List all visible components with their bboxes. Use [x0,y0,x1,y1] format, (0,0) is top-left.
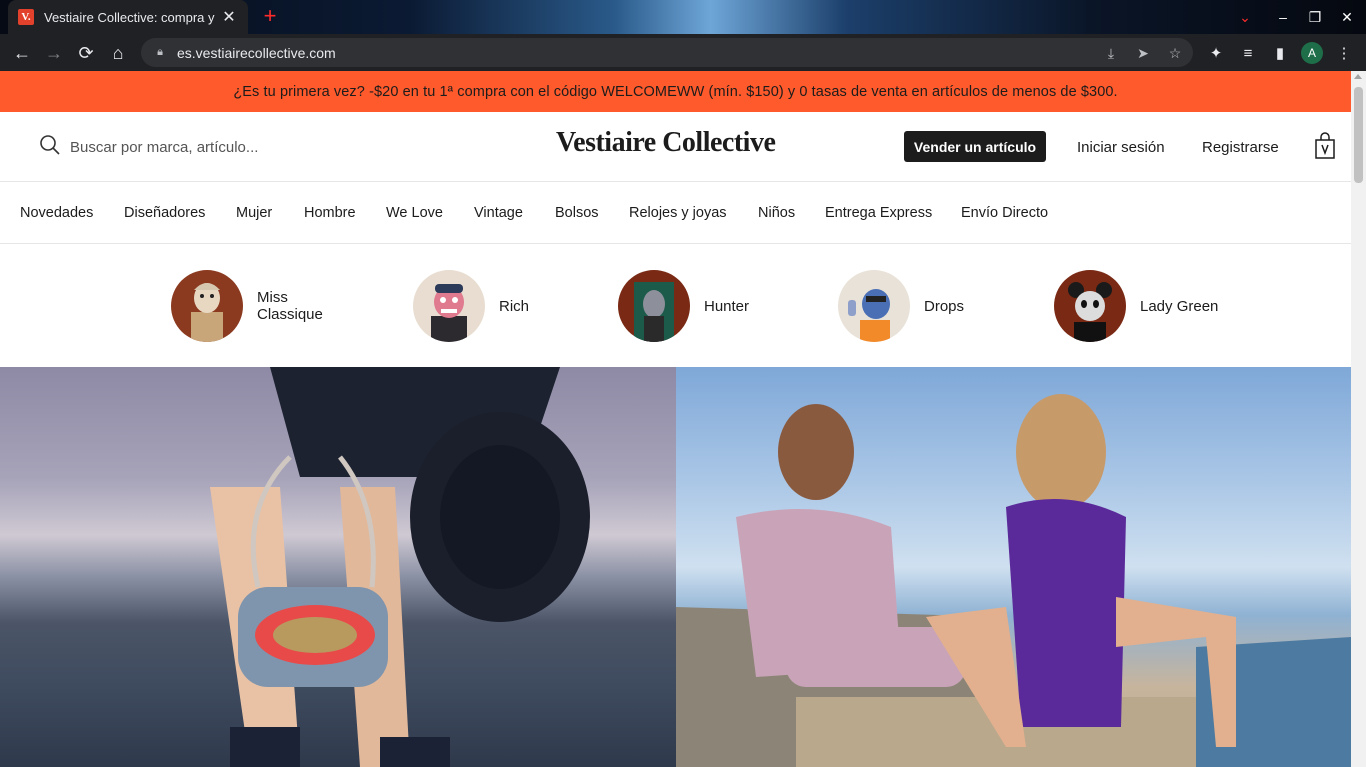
category-nav: Novedades Diseñadores Mujer Hombre We Lo… [0,182,1351,244]
page-scrollbar[interactable] [1351,71,1366,767]
hero-banner-left[interactable] [0,367,676,767]
register-link[interactable]: Registrarse [1202,139,1279,156]
page-content: ¿Es tu primera vez? -$20 en tu 1ª compra… [0,71,1351,767]
avatar [171,270,243,342]
shopping-bag-icon[interactable] [1314,132,1336,160]
nav-item-disenadores[interactable]: Diseñadores [124,205,205,221]
avatar [838,270,910,342]
menu-kebab-icon[interactable]: ⋮ [1333,42,1355,64]
media-queue-icon[interactable]: ≡ [1237,42,1259,64]
bookmark-star-icon[interactable]: ☆ [1164,44,1186,62]
new-tab-icon[interactable]: + [258,5,282,29]
scroll-up-arrow-icon[interactable] [1354,74,1362,79]
lock-icon: 🔒︎ [157,46,163,58]
home-icon[interactable]: ⌂ [105,40,131,66]
site-header: Vestiaire Collective Vender un artículo … [0,112,1351,182]
nav-item-relojes-joyas[interactable]: Relojes y joyas [629,205,727,221]
avatar [1054,270,1126,342]
tab-title: Vestiaire Collective: compra y [44,9,215,25]
profile-avatar[interactable]: A [1301,42,1323,64]
url-text: es.vestiairecollective.com [177,44,336,61]
back-arrow-icon[interactable]: ← [9,40,35,66]
sell-item-button[interactable]: Vender un artículo [904,131,1046,162]
address-bar[interactable]: 🔒︎ es.vestiairecollective.com ⤓ ➤ ☆ [141,38,1193,67]
nav-item-novedades[interactable]: Novedades [20,205,93,221]
story-miss-classique[interactable]: Miss Classique [171,270,347,342]
character-stories: Miss Classique Rich Hunter Drops Lady Gr… [0,244,1351,368]
story-label: Miss Classique [257,289,323,323]
avatar [618,270,690,342]
story-label: Lady Green [1140,297,1219,315]
story-label: Hunter [704,297,750,315]
site-logo[interactable]: Vestiaire Collective [556,127,776,159]
send-icon[interactable]: ➤ [1132,44,1154,62]
promo-banner[interactable]: ¿Es tu primera vez? -$20 en tu 1ª compra… [0,71,1351,112]
story-label: Drops [924,297,965,315]
restore-icon[interactable]: ❐ [1299,0,1331,34]
hero-banner-right[interactable] [676,367,1351,767]
story-lady-green[interactable]: Lady Green [1054,270,1230,342]
install-app-icon[interactable]: ⤓ [1100,44,1122,62]
story-drops[interactable]: Drops [838,270,1014,342]
scroll-thumb[interactable] [1354,87,1363,183]
vestiaire-favicon-icon: V. [18,9,34,25]
minimize-icon[interactable]: – [1267,0,1299,34]
story-hunter[interactable]: Hunter [618,270,794,342]
search-icon[interactable] [39,134,61,156]
login-link[interactable]: Iniciar sesión [1077,139,1165,156]
nav-item-hombre[interactable]: Hombre [304,205,356,221]
extensions-puzzle-icon[interactable]: ✦ [1205,42,1227,64]
browser-tab[interactable]: V. Vestiaire Collective: compra y ✕ [8,0,248,34]
nav-item-envio-directo[interactable]: Envío Directo [961,205,1048,221]
nav-item-we-love[interactable]: We Love [386,205,443,221]
promo-text: ¿Es tu primera vez? -$20 en tu 1ª compra… [233,83,1118,100]
story-label: Rich [499,297,530,315]
nav-item-mujer[interactable]: Mujer [236,205,272,221]
avatar [413,270,485,342]
nav-item-vintage[interactable]: Vintage [474,205,523,221]
browser-tab-bar: V. Vestiaire Collective: compra y ✕ + ⌄ … [0,0,1366,34]
nav-item-entrega-express[interactable]: Entrega Express [825,205,932,221]
story-rich[interactable]: Rich [413,270,589,342]
nav-item-ninos[interactable]: Niños [758,205,795,221]
search-input[interactable] [70,136,390,158]
side-panel-icon[interactable]: ▮ [1269,42,1291,64]
close-window-icon[interactable]: ✕ [1331,0,1363,34]
reload-icon[interactable]: ⟳ [73,40,99,66]
tab-close-icon[interactable]: ✕ [220,8,238,26]
browser-toolbar: ← → ⟳ ⌂ 🔒︎ es.vestiairecollective.com ⤓ … [0,34,1366,71]
nav-item-bolsos[interactable]: Bolsos [555,205,599,221]
forward-arrow-icon[interactable]: → [41,40,67,66]
tab-search-chevron-icon[interactable]: ⌄ [1229,0,1261,34]
